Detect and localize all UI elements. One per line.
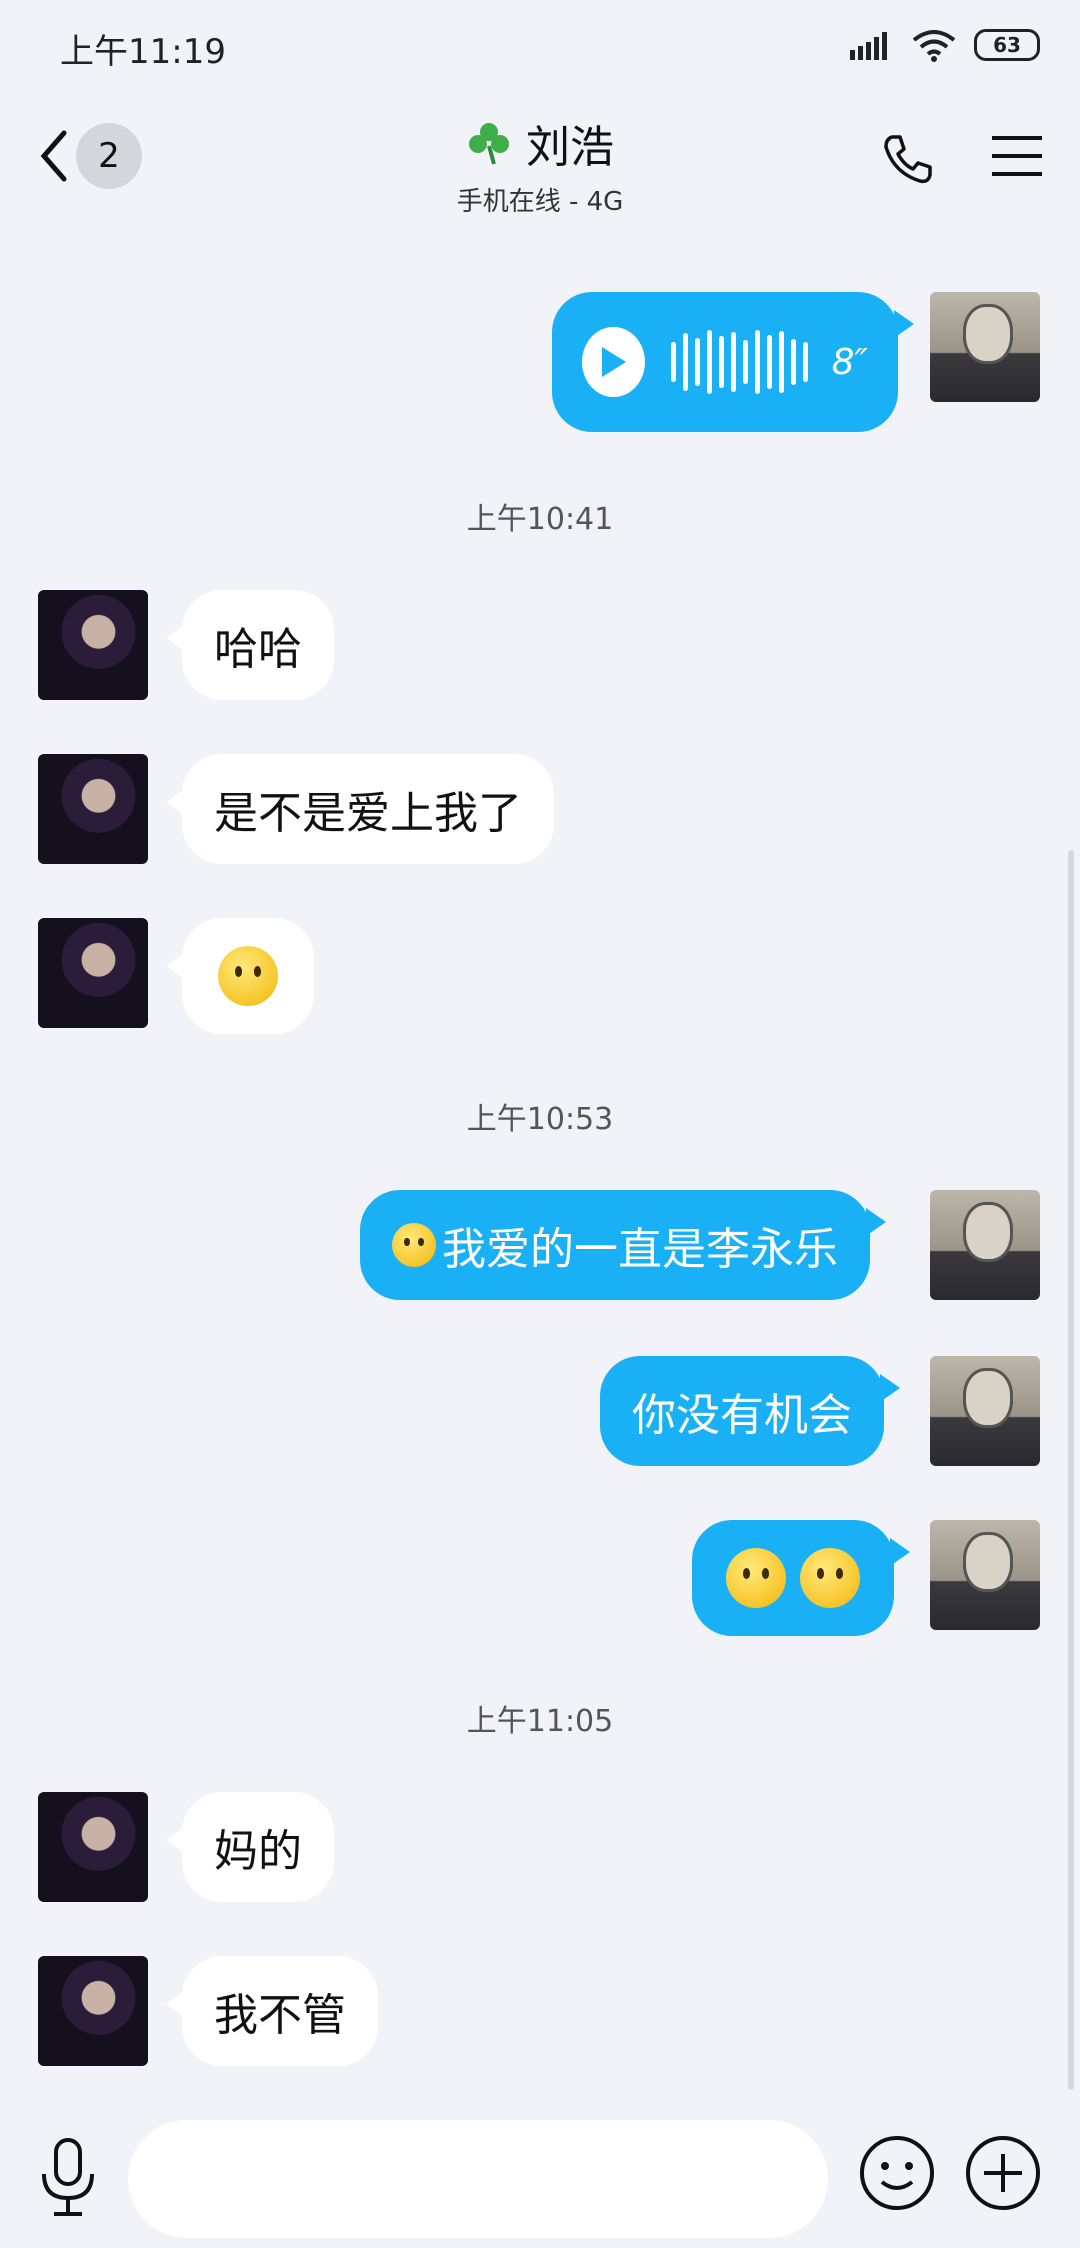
- my-avatar[interactable]: [930, 292, 1040, 402]
- more-actions-button[interactable]: [964, 2134, 1042, 2216]
- status-icons: 63: [850, 28, 1040, 62]
- microphone-icon: [42, 2138, 94, 2216]
- smiley-icon: [860, 2136, 934, 2210]
- contact-avatar[interactable]: [38, 918, 148, 1028]
- incoming-message[interactable]: 哈哈: [166, 590, 334, 700]
- voice-input-button[interactable]: [40, 2138, 96, 2222]
- status-time: 上午11:19: [60, 32, 226, 72]
- clover-icon: [469, 123, 509, 165]
- status-bar: 上午11:19 63: [0, 0, 1080, 95]
- contact-name: 刘浩: [526, 122, 614, 173]
- voice-duration: 8″: [831, 341, 868, 383]
- battery-indicator: 63: [974, 29, 1040, 61]
- contact-avatar[interactable]: [38, 1792, 148, 1902]
- shy-face-emoji-icon: [800, 1548, 860, 1608]
- timestamp: 上午10:53: [466, 1102, 614, 1137]
- input-bar: [0, 2110, 1080, 2248]
- scrollbar[interactable]: [1068, 850, 1074, 2090]
- incoming-message[interactable]: 我不管: [166, 1956, 378, 2066]
- my-avatar[interactable]: [930, 1190, 1040, 1300]
- shy-face-emoji-icon: [392, 1223, 436, 1267]
- shy-face-emoji-icon: [218, 946, 278, 1006]
- outgoing-emoji-message[interactable]: [692, 1520, 910, 1636]
- incoming-message[interactable]: 是不是爱上我了: [166, 754, 554, 864]
- contact-avatar[interactable]: [38, 754, 148, 864]
- voice-waveform: [670, 330, 808, 394]
- play-icon[interactable]: [582, 327, 645, 397]
- message-input[interactable]: [128, 2120, 828, 2238]
- signal-icon: [850, 32, 887, 60]
- outgoing-message-text: 你没有机会: [632, 1390, 852, 1441]
- outgoing-message-text: 我爱的一直是李永乐: [442, 1224, 838, 1275]
- wifi-icon: [912, 30, 956, 62]
- menu-button[interactable]: [992, 133, 1042, 183]
- emoji-button[interactable]: [858, 2134, 936, 2216]
- battery-level: 63: [993, 33, 1021, 57]
- my-avatar[interactable]: [930, 1520, 1040, 1630]
- plus-circle-icon: [966, 2136, 1040, 2210]
- shy-face-emoji-icon: [726, 1548, 786, 1608]
- hamburger-menu-icon: [992, 136, 1042, 176]
- incoming-message[interactable]: 妈的: [166, 1792, 334, 1902]
- voice-message-bubble[interactable]: 8″: [552, 292, 914, 432]
- phone-icon: [884, 135, 932, 184]
- chat-header: 2 刘浩 手机在线 - 4G: [0, 95, 1080, 230]
- outgoing-message[interactable]: 我爱的一直是李永乐: [360, 1190, 886, 1300]
- contact-avatar[interactable]: [38, 1956, 148, 2066]
- my-avatar[interactable]: [930, 1356, 1040, 1466]
- outgoing-message[interactable]: 你没有机会: [600, 1356, 900, 1466]
- timestamp: 上午10:41: [466, 502, 614, 537]
- incoming-emoji-message[interactable]: [166, 918, 314, 1034]
- timestamp: 上午11:05: [466, 1704, 614, 1739]
- contact-avatar[interactable]: [38, 590, 148, 700]
- call-button[interactable]: [880, 131, 936, 191]
